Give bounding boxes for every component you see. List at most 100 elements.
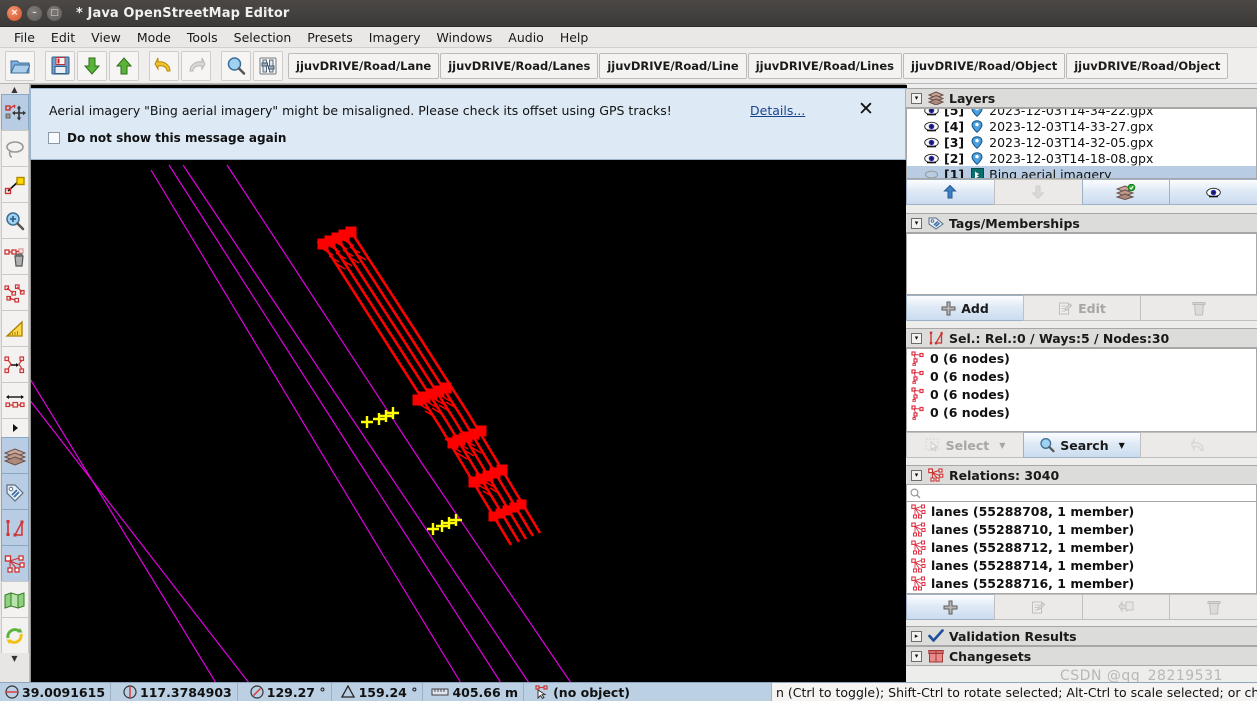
undo-icon[interactable] [149, 50, 179, 81]
add-tag-button[interactable]: Add [906, 295, 1024, 321]
window-close-button[interactable]: × [7, 5, 22, 21]
selection-panel-icon[interactable] [0, 509, 29, 546]
menu-tools[interactable]: Tools [179, 28, 226, 47]
selection-panel-header[interactable]: ▾ Sel.: Rel.:0 / Ways:5 / Nodes:30 [906, 328, 1257, 348]
menu-presets[interactable]: Presets [299, 28, 361, 47]
chevron-down-icon[interactable]: ▾ [911, 217, 922, 229]
relations-search-input[interactable] [906, 485, 1257, 502]
relations-panel-icon[interactable] [0, 545, 29, 582]
tags-panel-header[interactable]: ▾ Tags/Memberships [906, 213, 1257, 233]
preset-tab-4[interactable]: jjuvDRIVE/Road/Object [903, 52, 1066, 79]
selection-list-item[interactable]: 0 (6 nodes) [907, 367, 1256, 385]
layer-row[interactable]: [1] Bing aerial imagery [907, 166, 1256, 179]
layer-row[interactable]: [4] 2023-12-03T14-33-27.gpx [907, 118, 1256, 134]
preferences-icon[interactable] [253, 50, 283, 81]
changesets-panel-icon[interactable] [0, 617, 29, 654]
map-paint-styles-icon[interactable] [0, 581, 29, 618]
chevron-right-icon[interactable]: ▸ [911, 630, 922, 642]
download-icon[interactable] [77, 50, 107, 81]
preset-tab-2[interactable]: jjuvDRIVE/Road/Line [599, 52, 747, 79]
preset-tab-1[interactable]: jjuvDRIVE/Road/Lanes [440, 52, 599, 79]
validation-panel-header[interactable]: ▸ Validation Results [906, 626, 1257, 646]
split-way-icon[interactable] [0, 346, 29, 383]
left-toolbar-scroll-down[interactable]: ▼ [0, 653, 29, 663]
selection-list-item[interactable]: 0 (6 nodes) [907, 385, 1256, 403]
menu-view[interactable]: View [83, 28, 129, 47]
chevron-down-icon[interactable]: ▾ [911, 332, 922, 344]
add-relation-button[interactable] [906, 594, 995, 620]
upload-icon[interactable] [109, 50, 139, 81]
relation-list-item[interactable]: lanes (55288708, 1 member) [907, 502, 1256, 520]
eye-icon[interactable] [923, 109, 940, 116]
menu-edit[interactable]: Edit [43, 28, 83, 47]
save-icon[interactable] [45, 50, 75, 81]
toggle-visibility-button[interactable] [1169, 179, 1257, 205]
chevron-down-icon[interactable]: ▼ [999, 441, 1005, 450]
chevron-down-icon[interactable]: ▾ [911, 650, 922, 662]
open-icon[interactable] [5, 50, 35, 81]
eye-off-icon[interactable] [923, 169, 940, 179]
search-button[interactable]: Search ▼ [1023, 432, 1141, 458]
layers-panel-icon[interactable] [0, 437, 29, 474]
relations-search-field[interactable] [921, 485, 1256, 501]
menu-selection[interactable]: Selection [226, 28, 300, 47]
chevron-down-icon[interactable]: ▼ [1119, 441, 1125, 450]
relation-item-label: lanes (55288716, 1 member) [931, 575, 1135, 591]
menu-help[interactable]: Help [552, 28, 597, 47]
select-button-label: Select [945, 437, 990, 453]
relation-list-item[interactable]: lanes (55288714, 1 member) [907, 556, 1256, 574]
chevron-down-icon[interactable]: ▾ [911, 469, 922, 481]
activate-layer-button[interactable] [1081, 179, 1171, 205]
eye-icon[interactable] [923, 137, 940, 148]
window-maximize-button[interactable]: □ [47, 5, 62, 21]
do-not-show-again-row[interactable]: Do not show this message again [48, 131, 286, 145]
preset-tab-0[interactable]: jjuvDRIVE/Road/Lane [288, 52, 440, 79]
improve-way-accuracy-icon[interactable] [0, 310, 29, 347]
select-mode-icon[interactable] [0, 94, 29, 131]
menu-file[interactable]: File [6, 28, 43, 47]
relation-list-item[interactable]: lanes (55288716, 1 member) [907, 574, 1256, 592]
zoom-mode-icon[interactable] [0, 202, 29, 239]
notification-details-link[interactable]: Details... [750, 103, 805, 118]
menu-imagery[interactable]: Imagery [361, 28, 429, 47]
statusbar: 39.0091615 117.3784903 129.27 ° 159.24 °… [0, 682, 1257, 701]
relations-panel-header[interactable]: ▾ Relations: 3040 [906, 465, 1257, 485]
selection-list[interactable]: 0 (6 nodes) 0 (6 nodes) 0 (6 nodes) 0 (6 no… [906, 348, 1257, 432]
delete-mode-icon[interactable] [0, 238, 29, 275]
relation-list-item[interactable]: lanes (55288712, 1 member) [907, 538, 1256, 556]
changesets-panel-header[interactable]: ▾ Changesets [906, 646, 1257, 666]
layer-row[interactable]: [3] 2023-12-03T14-32-05.gpx [907, 134, 1256, 150]
draw-node-icon[interactable] [0, 166, 29, 203]
plus-icon [941, 301, 956, 316]
layers-panel-header[interactable]: ▾ Layers [906, 88, 1257, 108]
menu-mode[interactable]: Mode [129, 28, 179, 47]
search-icon[interactable] [221, 50, 251, 81]
map-canvas[interactable]: 0 30.0 m [30, 84, 907, 683]
selection-list-item[interactable]: 0 (6 nodes) [907, 403, 1256, 421]
preset-tab-3[interactable]: jjuvDRIVE/Road/Lines [747, 52, 902, 79]
tags-panel-icon[interactable] [0, 473, 29, 510]
close-icon[interactable]: ✕ [851, 95, 881, 123]
eye-icon[interactable] [923, 121, 940, 132]
tags-table[interactable] [906, 233, 1257, 295]
preset-tab-5[interactable]: jjuvDRIVE/Road/Object [1066, 52, 1229, 79]
chevron-down-icon[interactable]: ▾ [911, 92, 922, 104]
left-toolbar-scroll-up[interactable]: ▲ [0, 84, 29, 94]
layer-row[interactable]: [2] 2023-12-03T14-18-08.gpx [907, 150, 1256, 166]
lasso-select-icon[interactable] [0, 130, 29, 167]
eye-icon[interactable] [923, 153, 940, 164]
layer-row[interactable]: [5] 2023-12-03T14-34-22.gpx [907, 109, 1256, 118]
relation-list-item[interactable]: lanes (55288710, 1 member) [907, 520, 1256, 538]
move-layer-up-button[interactable] [906, 179, 995, 205]
parallel-mode-icon[interactable] [0, 274, 29, 311]
menu-windows[interactable]: Windows [428, 28, 500, 47]
layer-index: [3] [944, 134, 965, 150]
menu-audio[interactable]: Audio [500, 28, 552, 47]
more-tools-icon[interactable] [0, 418, 29, 438]
do-not-show-again-checkbox[interactable] [48, 132, 60, 144]
selection-list-item[interactable]: 0 (6 nodes) [907, 349, 1256, 367]
window-minimize-button[interactable]: – [27, 5, 42, 21]
layers-list[interactable]: [5] 2023-12-03T14-34-22.gpx [4] 2023-12-03T… [906, 108, 1257, 179]
relations-list[interactable]: lanes (55288708, 1 member) lanes (5528871… [906, 502, 1257, 594]
extrude-mode-icon[interactable] [0, 382, 29, 419]
